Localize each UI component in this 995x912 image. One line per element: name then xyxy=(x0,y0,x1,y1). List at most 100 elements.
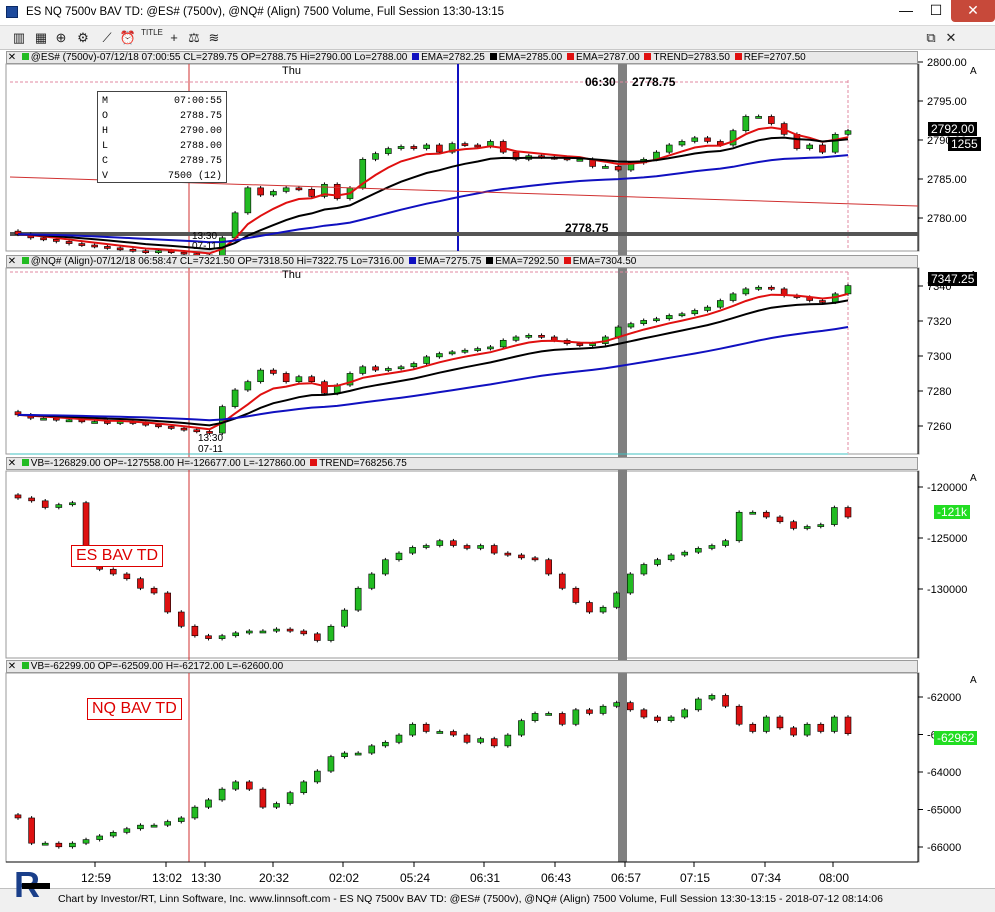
pattern-icon[interactable]: ≋ xyxy=(205,28,223,47)
candle-body xyxy=(27,233,35,239)
es-vb-last-tag: -121k xyxy=(934,505,971,519)
candle-body xyxy=(793,295,801,298)
trend-swatch xyxy=(644,53,652,60)
nq-ohlc-readout: @NQ# (Align)-07/12/18 06:58:47 CL=7321.5… xyxy=(30,256,404,267)
vb-swatch xyxy=(21,662,29,669)
candle-body xyxy=(244,381,252,391)
candle-body xyxy=(613,702,620,707)
crosshair-icon[interactable]: + xyxy=(165,28,183,47)
candle-body xyxy=(28,497,35,502)
candle-body xyxy=(817,723,825,732)
candle-body xyxy=(806,296,813,301)
candle-body xyxy=(450,540,457,546)
candle-body xyxy=(180,251,188,255)
ema-red-swatch xyxy=(563,257,571,264)
candle-body xyxy=(819,300,826,303)
candle-body xyxy=(109,832,117,837)
candle-body xyxy=(450,731,457,736)
ohlc-row-close: C 2789.75 xyxy=(102,156,222,167)
maximize-button[interactable]: ☐ xyxy=(921,0,951,22)
close-button[interactable]: ✕ xyxy=(951,0,995,22)
es-cursor-time: 13:30 xyxy=(192,231,217,242)
panel-close-icon[interactable]: ✕ xyxy=(7,256,17,267)
candle-body xyxy=(626,573,634,594)
candle-body xyxy=(463,545,471,549)
ohlc-row-low: L 2788.00 xyxy=(102,141,222,152)
candle-body xyxy=(627,162,635,171)
page-restore-icon[interactable]: ⧉ xyxy=(922,28,940,47)
candle-body xyxy=(231,212,239,239)
panel-close-icon[interactable]: ✕ xyxy=(7,52,17,63)
candle-body xyxy=(177,817,185,822)
candle-body xyxy=(259,630,267,634)
candle-body xyxy=(395,734,403,743)
scale-icon[interactable]: ⚖ xyxy=(185,28,203,47)
es-vb-axis-label: -120000 xyxy=(927,482,967,494)
window-title-bar: ES NQ 7500v BAV TD: @ES# (7500v), @NQ# (… xyxy=(0,0,995,26)
nq-cursor-time: 13:30 xyxy=(198,433,223,444)
candle-body xyxy=(586,602,593,613)
minimize-button[interactable]: — xyxy=(891,0,921,22)
candle-body xyxy=(308,188,315,197)
candle-body xyxy=(82,839,90,844)
draw-icon[interactable]: ⟋ xyxy=(98,28,116,47)
ema-red-swatch xyxy=(567,53,575,60)
candle-body xyxy=(793,133,801,149)
title-toggle-button[interactable]: TITLE xyxy=(141,28,163,47)
candle-body xyxy=(300,781,308,794)
candle-body xyxy=(321,183,328,197)
candle-body xyxy=(749,723,757,732)
time-axis-label: 06:43 xyxy=(541,871,571,885)
candle-body xyxy=(735,511,743,542)
candle-body xyxy=(436,144,443,153)
candle-body xyxy=(768,286,775,290)
ohlc-row-time: M 07:00:55 xyxy=(102,96,222,107)
es-vb-trend: TREND=768256.75 xyxy=(319,458,407,469)
nq-axis-label: 7300 xyxy=(927,351,951,363)
candle-body xyxy=(395,552,403,561)
candle-body xyxy=(742,288,750,295)
page-close-icon[interactable]: ✕ xyxy=(942,28,960,47)
candle-body xyxy=(78,243,86,246)
es-annotation-price: 2778.75 xyxy=(632,75,676,89)
gear-icon[interactable]: ⚙ xyxy=(74,28,92,47)
candle-body xyxy=(372,153,379,160)
candle-body xyxy=(53,417,60,421)
candle-body xyxy=(499,141,507,153)
candle-body xyxy=(803,723,811,736)
candle-body xyxy=(354,587,362,611)
candle-body xyxy=(78,419,86,423)
candle-body xyxy=(665,315,673,320)
candle-body xyxy=(563,339,571,344)
calendar-icon[interactable]: ▦ xyxy=(32,28,50,47)
candle-body xyxy=(735,705,743,725)
candle-body xyxy=(410,363,418,368)
time-axis-label: 12:59 xyxy=(81,871,111,885)
candle-body xyxy=(150,587,158,594)
status-message: Chart by Investor/RT, Linn Software, Inc… xyxy=(58,893,883,905)
candle-body xyxy=(410,146,418,149)
candle-body xyxy=(155,424,162,428)
candle-body xyxy=(678,141,686,146)
candle-body xyxy=(776,516,784,523)
ohlc-row-high: H 2790.00 xyxy=(102,126,222,137)
candle-body xyxy=(844,507,852,518)
candle-body xyxy=(831,133,839,153)
candle-body xyxy=(448,351,456,355)
zoom-icon[interactable]: ⊕ xyxy=(52,28,70,47)
panel-close-icon[interactable]: ✕ xyxy=(7,458,17,469)
candle-body xyxy=(722,540,729,546)
candle-body xyxy=(776,716,784,729)
series-swatch xyxy=(21,257,29,264)
bar-chart-icon[interactable]: ▥ xyxy=(10,28,28,47)
candle-body xyxy=(717,300,724,308)
panel-close-icon[interactable]: ✕ xyxy=(7,661,17,672)
candle-body xyxy=(780,123,788,135)
candle-body xyxy=(96,835,103,840)
es-annotation-time: 06:30 xyxy=(585,75,616,89)
candle-body xyxy=(219,406,226,434)
candle-body xyxy=(65,419,73,423)
trend-swatch xyxy=(310,459,318,466)
candle-body xyxy=(551,336,558,341)
clock-icon[interactable]: ⏰ xyxy=(119,28,137,47)
